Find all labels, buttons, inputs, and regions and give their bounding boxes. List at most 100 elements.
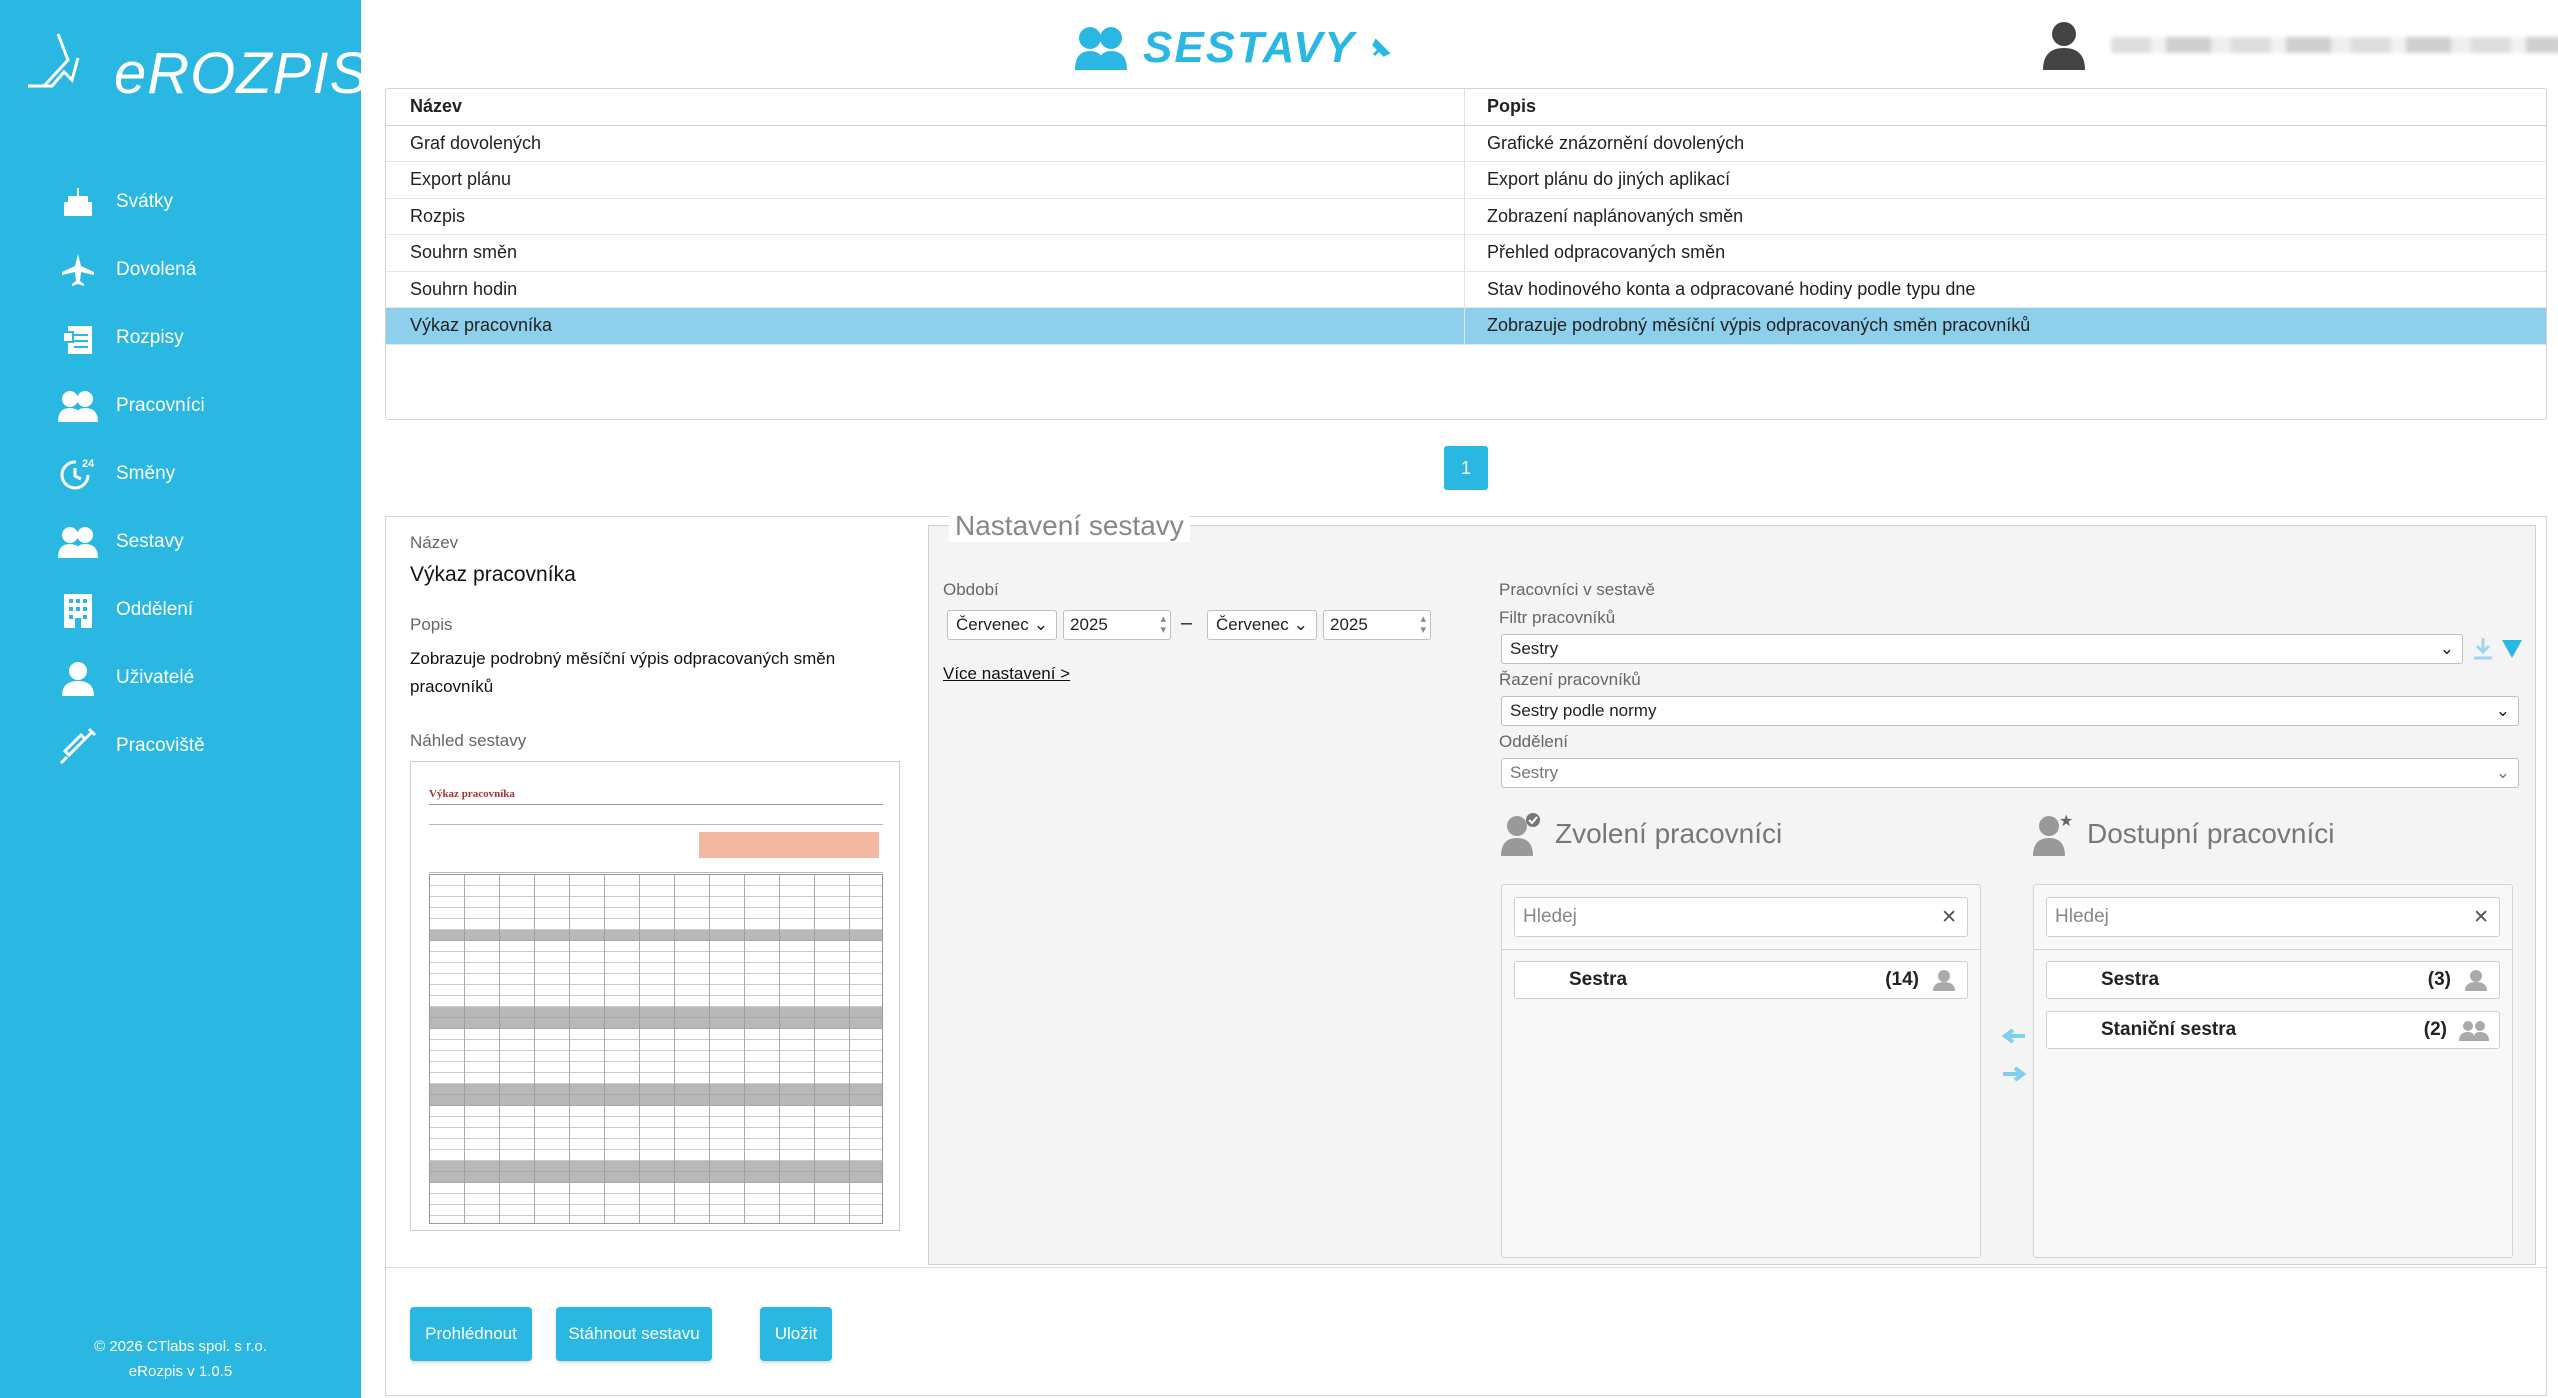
building-icon: [58, 590, 98, 630]
sidebar-nav: Svátky Dovolená Rozpisy Pracovníci 24 Sm…: [0, 168, 361, 780]
dept-select[interactable]: Sestry ⌄: [1501, 758, 2519, 788]
airplane-icon: [58, 250, 98, 290]
report-detail: Název Výkaz pracovníka Popis Zobrazuje p…: [385, 510, 2547, 1396]
from-year-value: 2025: [1070, 615, 1108, 634]
arrow-left-icon[interactable]: [2001, 1028, 2027, 1049]
sidebar-item-label: Pracovníci: [116, 395, 205, 416]
table-header: Název Popis: [386, 89, 2546, 126]
sidebar-item-dovolena[interactable]: Dovolená: [0, 236, 361, 304]
user-star-icon: ★: [2033, 812, 2073, 856]
clipboard-icon: [58, 318, 98, 358]
table-row[interactable]: Graf dovolených Grafické znázornění dovol…: [386, 125, 2546, 162]
search-placeholder: Hledej: [2055, 906, 2109, 927]
report-name: Rozpis: [386, 198, 1465, 234]
search-placeholder: Hledej: [1523, 906, 1577, 927]
list-item[interactable]: Staniční sestra (2): [2046, 1011, 2500, 1049]
close-icon[interactable]: ✕: [2473, 906, 2489, 929]
sidebar-item-svatky[interactable]: Svátky: [0, 168, 361, 236]
report-settings: Nastavení sestavy Období Červenec ⌄ 2025 ▴…: [928, 510, 2536, 1265]
sidebar-item-smeny[interactable]: 24 Směny: [0, 440, 361, 508]
filter-value: Sestry: [1510, 639, 1559, 658]
selected-workers-title: Zvolení pracovníci: [1501, 812, 1782, 856]
sidebar-item-oddeleni[interactable]: Oddělení: [0, 576, 361, 644]
pin-icon[interactable]: [1366, 33, 1396, 63]
user-check-icon: [1501, 813, 1540, 856]
available-workers-title-text: Dostupní pracovníci: [2087, 818, 2335, 849]
sidebar-item-pracovnici[interactable]: Pracovníci: [0, 372, 361, 440]
table-row[interactable]: Souhrn hodin Stav hodinového konta a odpr…: [386, 271, 2546, 308]
list-item[interactable]: Sestra (3): [2046, 961, 2500, 999]
more-settings-link[interactable]: Více nastavení >: [943, 664, 1070, 684]
available-workers-panel: Hledej ✕ Sestra (3) Staniční sestra (2): [2033, 884, 2513, 1258]
table-row-selected[interactable]: Výkaz pracovníka Zobrazuje podrobný měsíč…: [386, 308, 2546, 345]
group-label: Staniční sestra: [2101, 1019, 2237, 1040]
sidebar: eROZPIS Svátky Dovolená Rozpisy Pracovní…: [0, 0, 368, 1398]
group-label: Sestra: [2101, 969, 2160, 990]
sidebar-item-label: Svátky: [116, 191, 174, 212]
report-preview-thumbnail[interactable]: Výkaz pracovníka: [410, 761, 900, 1231]
reports-table: Název Popis Graf dovolených Grafické znáz…: [385, 88, 2547, 420]
version-text: eRozpis v 1.0.5: [128, 1363, 233, 1380]
pager-page-1[interactable]: 1: [1444, 446, 1488, 490]
stepper-icon[interactable]: ▴ ▾: [1420, 614, 1426, 636]
page-title-text: SESTAVY: [1143, 23, 1356, 72]
people-report-icon: [58, 522, 98, 562]
report-desc: Přehled odpracovaných směn: [1487, 242, 1726, 263]
stepper-icon[interactable]: ▴ ▾: [1160, 614, 1166, 636]
desc-value: Zobrazuje podrobný měsíční výpis odpraco…: [410, 649, 836, 696]
main-content: SESTAVY Název Popis Graf dovolených Grafi…: [361, 0, 2558, 1398]
page-title: SESTAVY: [1073, 18, 1396, 78]
available-search-input[interactable]: Hledej ✕: [2046, 897, 2500, 937]
sidebar-item-uzivatele[interactable]: Uživatelé: [0, 644, 361, 712]
svg-text:★: ★: [2059, 812, 2073, 830]
filter-select[interactable]: Sestry ⌄: [1501, 634, 2463, 664]
to-year-input[interactable]: 2025 ▴ ▾: [1323, 610, 1431, 640]
group-count: (3): [2427, 969, 2451, 990]
logo[interactable]: eROZPIS: [24, 28, 368, 118]
sidebar-item-sestavy[interactable]: Sestavy: [0, 508, 361, 576]
sidebar-item-rozpisy[interactable]: Rozpisy: [0, 304, 361, 372]
report-desc: Export plánu do jiných aplikací: [1487, 169, 1731, 190]
sidebar-item-label: Oddělení: [116, 599, 194, 620]
to-month-select[interactable]: Červenec ⌄: [1207, 610, 1317, 640]
chevron-down-icon: ⌄: [1293, 615, 1308, 634]
close-icon[interactable]: ✕: [1941, 906, 1957, 929]
list-item[interactable]: Sestra (14): [1514, 961, 1968, 999]
sidebar-item-label: Pracoviště: [116, 735, 205, 756]
report-name: Export plánu: [386, 162, 1465, 198]
sort-value: Sestry podle normy: [1510, 701, 1657, 720]
sidebar-item-label: Sestavy: [116, 531, 184, 552]
view-button[interactable]: Prohlédnout: [410, 1307, 532, 1361]
user-menu[interactable]: [2041, 20, 2558, 70]
sort-label: Řazení pracovníků: [1499, 670, 1641, 689]
filter-icon[interactable]: [2501, 638, 2523, 665]
dept-label: Oddělení: [1499, 732, 1568, 751]
sidebar-item-label: Rozpisy: [116, 327, 184, 348]
download-filter-icon[interactable]: [2471, 636, 2495, 667]
people-icon: [58, 386, 98, 426]
table-row[interactable]: Rozpis Zobrazení naplánovaných směn: [386, 198, 2546, 235]
table-row[interactable]: Export plánu Export plánu do jiných aplik…: [386, 162, 2546, 199]
people-report-icon: [1075, 27, 1127, 70]
from-month-select[interactable]: Červenec ⌄: [947, 610, 1057, 640]
download-report-button[interactable]: Stáhnout sestavu: [556, 1307, 712, 1361]
user-name-redacted: [2111, 37, 2558, 53]
chevron-down-icon: ⌄: [2495, 701, 2510, 720]
arrow-right-icon[interactable]: [2001, 1066, 2027, 1087]
preview-table-graphic: [429, 874, 883, 1224]
report-desc: Zobrazení naplánovaných směn: [1487, 205, 1744, 226]
selected-workers-panel: Hledej ✕ Sestra (14): [1501, 884, 1981, 1258]
save-button[interactable]: Uložit: [760, 1307, 832, 1361]
column-header-name[interactable]: Název: [386, 89, 1465, 125]
column-header-desc[interactable]: Popis: [1465, 89, 2546, 125]
users-group-icon: [2459, 1021, 2489, 1041]
table-row[interactable]: Souhrn směn Přehled odpracovaných směn: [386, 235, 2546, 272]
chevron-down-icon: ⌄: [2495, 763, 2510, 782]
from-year-input[interactable]: 2025 ▴ ▾: [1063, 610, 1171, 640]
selected-search-input[interactable]: Hledej ✕: [1514, 897, 1968, 937]
sidebar-item-pracoviste[interactable]: Pracoviště: [0, 712, 361, 780]
available-workers-title: ★ Dostupní pracovníci: [2033, 812, 2334, 856]
sort-select[interactable]: Sestry podle normy ⌄: [1501, 696, 2519, 726]
svg-text:24: 24: [82, 458, 95, 470]
sidebar-item-label: Uživatelé: [116, 667, 195, 688]
